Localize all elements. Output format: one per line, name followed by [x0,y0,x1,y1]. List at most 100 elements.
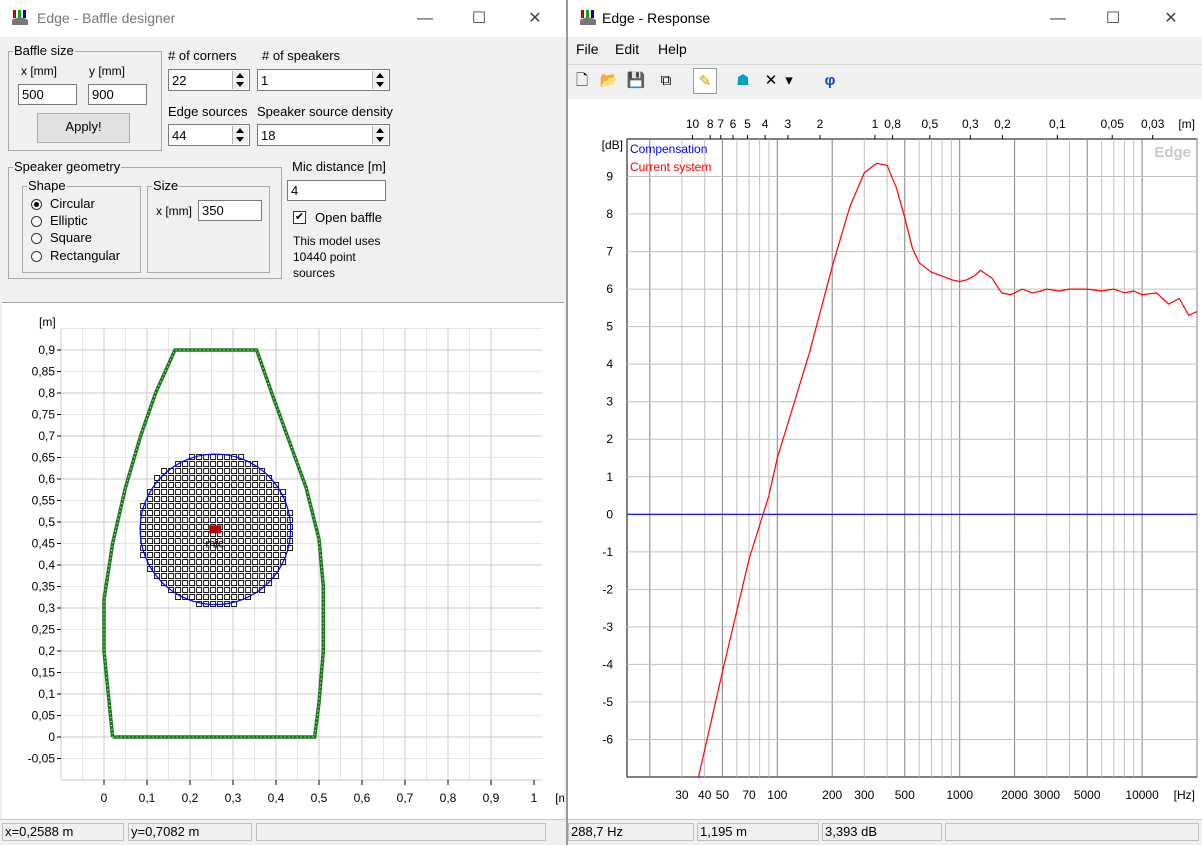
plot-icon[interactable]: ☗ [731,68,755,94]
speaker-source-point [231,524,238,531]
speaker-source-point [231,538,238,545]
dropdown-arrow-icon[interactable]: ▾ [781,68,797,94]
status-frequency: 288,7 Hz [568,823,694,841]
speaker-source-point [224,559,231,566]
spin-arrows-icon[interactable] [232,126,248,144]
speaker-source-point [217,559,224,566]
speaker-source-point [231,468,238,475]
speaker-source-point [203,566,210,573]
delete-icon[interactable]: ✕ [759,68,783,94]
speaker-source-point [266,552,273,559]
speaker-source-point [259,559,266,566]
speaker-source-point [189,594,196,601]
speaker-source-point [154,524,161,531]
speaker-density-spinner[interactable]: 18 [257,124,390,146]
save-icon[interactable]: 💾 [624,68,648,94]
response-plot-area[interactable]: 9 8 7 6 5 4 3 2 1 0 -1 -2 -3 -4 -5 -6 [dB] 30 40 50 70 100 200… [568,99,1202,819]
new-icon[interactable]: 🗋 [570,68,594,94]
speaker-source-point [189,545,196,552]
copy-icon[interactable]: ⧉ [654,68,678,94]
response-titlebar[interactable]: Edge - Response — ☐ ✕ [568,0,1202,37]
speakers-spinner[interactable]: 1 [257,69,390,91]
status-y: y=0,7082 m [128,823,252,841]
status-bar: 288,7 Hz 1,195 m 3,393 dB [568,819,1202,845]
menu-help[interactable]: Help [658,41,687,57]
baffle-x-label: x [mm] [21,64,57,78]
radio-rectangular[interactable] [31,251,42,262]
y-tick-label: -1 [602,545,613,559]
spin-arrows-icon[interactable] [372,126,388,144]
speaker-source-point [259,475,266,482]
spin-arrows-icon[interactable] [232,71,248,89]
speaker-source-point [210,587,217,594]
speaker-source-point [231,482,238,489]
y-tick-label: 0,6 [38,472,55,486]
x-tick-label: 1000 [946,788,973,802]
y-tick-label: 6 [606,282,613,296]
minimize-button[interactable]: — [1035,0,1081,37]
speaker-source-point [217,468,224,475]
speaker-source-point [210,517,217,524]
phase-icon[interactable]: φ [818,68,842,94]
edge-sources-spinner[interactable]: 44 [168,124,250,146]
speaker-source-point [238,573,245,580]
speaker-source-point [224,573,231,580]
speaker-source-point [175,559,182,566]
y-tick-label: 0,85 [32,365,56,379]
radio-elliptic[interactable] [31,216,42,227]
speaker-source-point [175,510,182,517]
speaker-source-point [182,580,189,587]
maximize-button[interactable]: ☐ [456,0,502,37]
speaker-source-point [266,503,273,510]
speaker-source-point [140,531,147,538]
speaker-source-point [252,524,259,531]
menu-file[interactable]: File [576,41,599,57]
speaker-source-point [203,482,210,489]
mic-distance-input[interactable]: 4 [287,180,386,201]
speaker-source-point [217,489,224,496]
speaker-source-point [231,587,238,594]
speaker-source-point [259,503,266,510]
x-tick-label: 100 [767,788,787,802]
speaker-source-point [168,545,175,552]
close-button[interactable]: ✕ [512,0,558,37]
baffle-plot-area[interactable]: 0 0,1 0,2 0,3 0,4 0,5 0,6 0,7 0,8 0,9 1 [m] -0,05 0 0,… [2,302,566,820]
minimize-button[interactable]: — [402,0,448,37]
open-baffle-checkbox[interactable]: ✔ [293,211,306,224]
edge-app-icon [12,10,28,25]
menu-edit[interactable]: Edit [615,41,639,57]
response-plot[interactable]: 9876543210-1-2-3-4-5-6[dB]30 40 50 70 100 200… [568,99,1202,819]
baffle-x-input[interactable]: 500 [18,84,77,105]
speaker-source-point [161,566,168,573]
speaker-source-point [203,468,210,475]
y-tick-label: 9 [606,170,613,184]
speaker-source-point [182,517,189,524]
speaker-source-point [168,566,175,573]
speaker-source-point [238,496,245,503]
speaker-source-point [224,552,231,559]
apply-button[interactable]: Apply! [37,113,130,143]
speaker-source-point [280,517,287,524]
radio-square[interactable] [31,233,42,244]
y-tick-label: 0,9 [38,343,55,357]
baffle-titlebar[interactable]: Edge - Baffle designer — ☐ ✕ [0,0,566,37]
pencil-icon[interactable]: ✎ [693,68,717,94]
size-x-input[interactable]: 350 [198,200,262,221]
speaker-source-point [182,531,189,538]
speaker-source-point [217,510,224,517]
maximize-button[interactable]: ☐ [1090,0,1136,37]
spin-arrows-icon[interactable] [372,71,388,89]
baffle-plot[interactable]: 0 0,1 0,2 0,3 0,4 0,5 0,6 0,7 0,8 0,9 1 [m] -0,05 0 0,… [2,303,566,820]
corners-spinner[interactable]: 22 [168,69,250,91]
speaker-source-point [182,482,189,489]
group-title: Baffle size [13,43,75,59]
baffle-y-input[interactable]: 900 [88,84,147,105]
speaker-source-point [175,517,182,524]
speaker-source-point [217,461,224,468]
close-button[interactable]: ✕ [1148,0,1194,37]
speaker-source-point [252,566,259,573]
radio-circular[interactable] [31,199,42,210]
open-folder-icon[interactable]: 📂 [597,68,621,94]
speaker-source-point [259,482,266,489]
speaker-source-point [168,552,175,559]
